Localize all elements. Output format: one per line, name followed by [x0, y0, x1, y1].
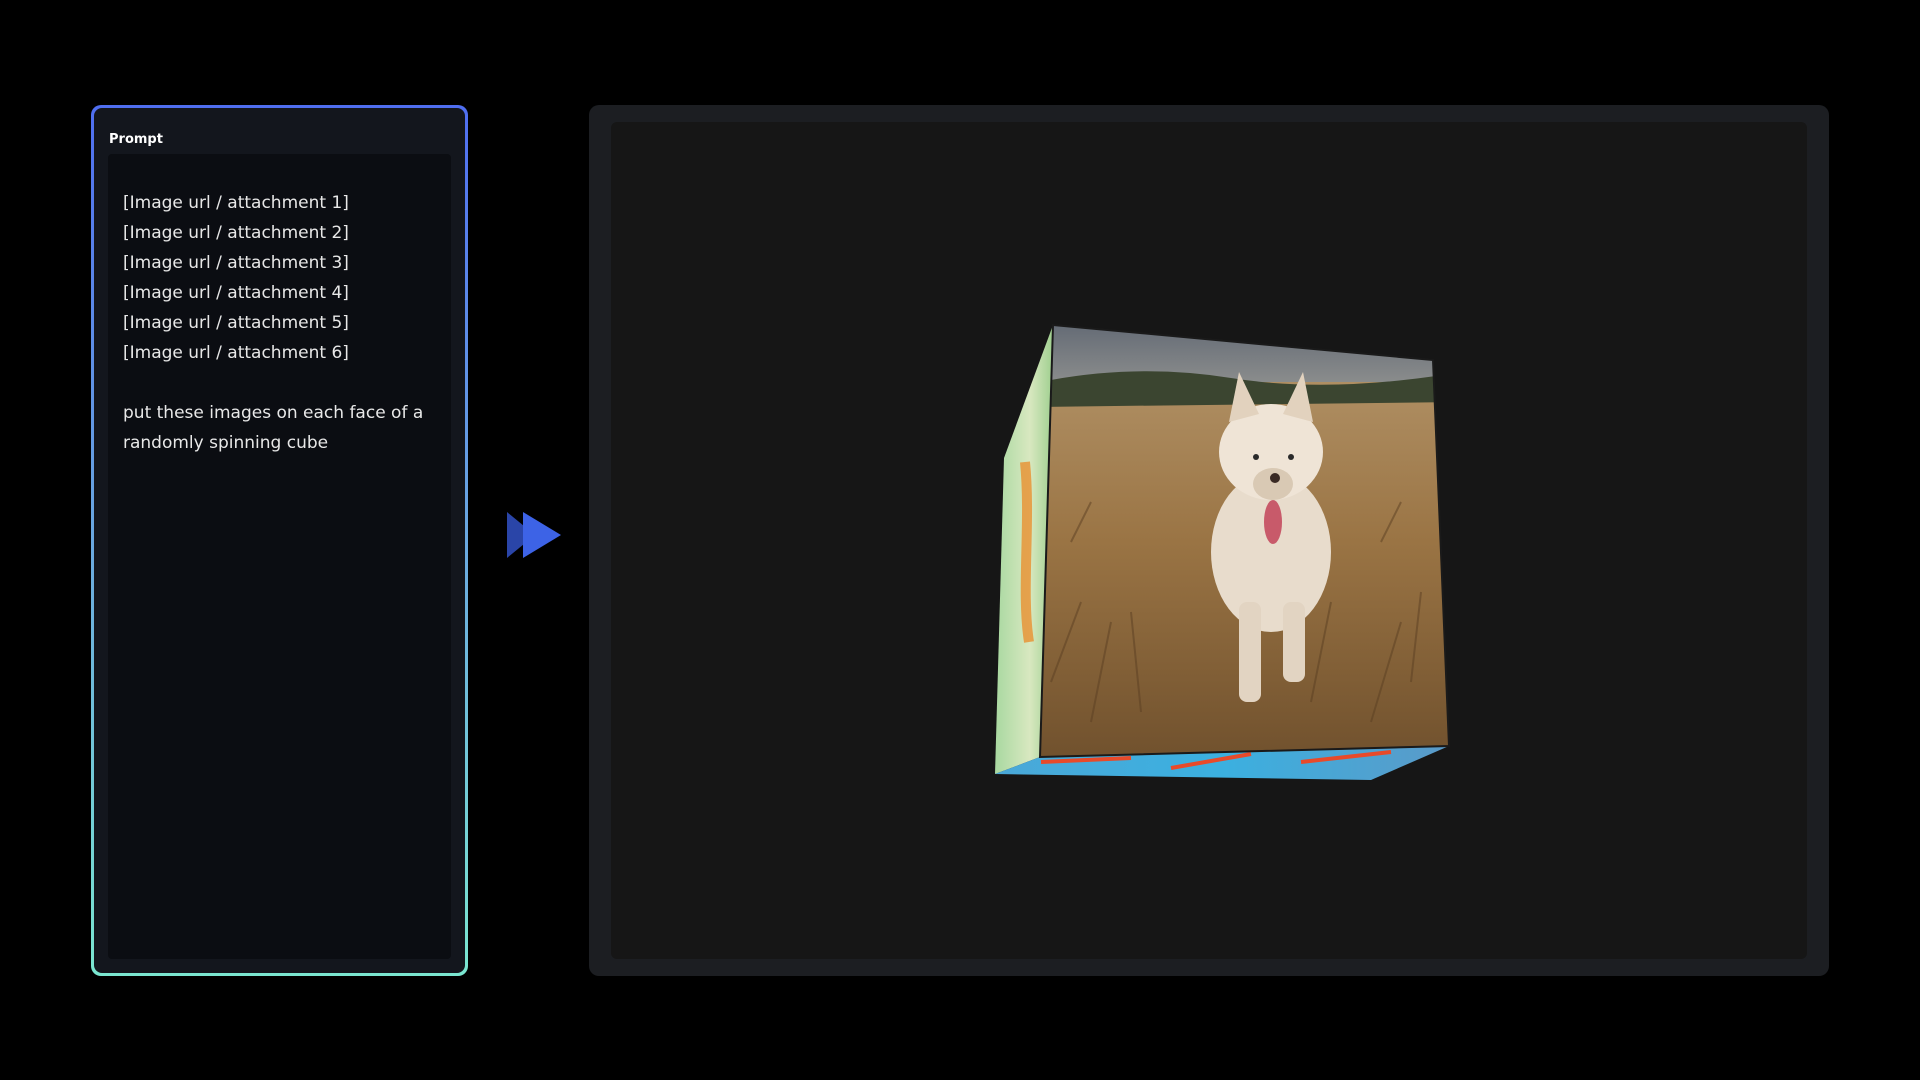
prompt-line-attachment-6: [Image url / attachment 6]	[123, 343, 349, 363]
spinning-cube	[995, 323, 1451, 780]
prompt-line-attachment-5: [Image url / attachment 5]	[123, 313, 349, 333]
cube-front-face	[1040, 325, 1449, 757]
preview-panel	[589, 105, 1829, 976]
cube-side-face-detail	[1020, 461, 1034, 643]
prompt-line-attachment-4: [Image url / attachment 4]	[123, 283, 349, 303]
stage: Prompt [Image url / attachment 1] [Image…	[0, 0, 1920, 1080]
prompt-instruction-line-2: randomly spinning cube	[123, 433, 329, 453]
prompt-spacer	[123, 368, 436, 398]
prompt-line-attachment-3: [Image url / attachment 3]	[123, 253, 349, 273]
prompt-line-attachment-2: [Image url / attachment 2]	[123, 223, 349, 243]
preview-canvas[interactable]	[611, 122, 1807, 959]
play-arrow-icon	[507, 512, 561, 558]
prompt-panel: Prompt [Image url / attachment 1] [Image…	[91, 105, 468, 976]
prompt-instruction-line-1: put these images on each face of a	[123, 403, 424, 423]
prompt-label: Prompt	[109, 132, 163, 147]
prompt-panel-inner: Prompt [Image url / attachment 1] [Image…	[94, 108, 465, 973]
prompt-line-attachment-1: [Image url / attachment 1]	[123, 193, 349, 213]
play-arrow-front-triangle	[523, 512, 561, 558]
prompt-input[interactable]: [Image url / attachment 1] [Image url / …	[108, 154, 451, 959]
